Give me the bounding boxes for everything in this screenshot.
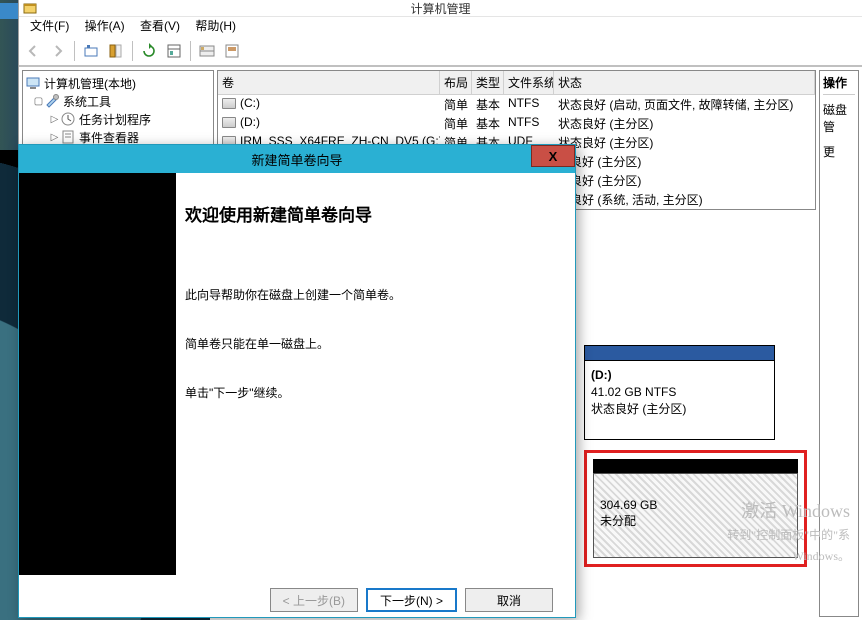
wizard-titlebar[interactable]: 新建简单卷向导 X [19, 145, 575, 173]
toolbar-btn-5[interactable] [196, 40, 218, 62]
toolbar-btn-1[interactable] [80, 40, 102, 62]
computer-icon [25, 75, 41, 91]
disk-d-size: 41.02 GB NTFS [591, 385, 676, 399]
wizard-body: 欢迎使用新建简单卷向导 此向导帮助你在磁盘上创建一个简单卷。 简单卷只能在单一磁… [19, 173, 575, 575]
expand-icon[interactable]: ▷ [49, 132, 60, 143]
volume-row[interactable]: (D:)简单基本NTFS状态良好 (主分区) [218, 114, 815, 133]
app-icon [22, 1, 38, 15]
volume-header-row: 卷 布局 类型 文件系统 状态 [218, 71, 815, 95]
volume-icon [222, 117, 236, 128]
col-status[interactable]: 状态 [554, 71, 815, 94]
volume-icon [222, 98, 236, 109]
tree-system-tools-label: 系统工具 [63, 93, 111, 110]
menu-file[interactable]: 文件(F) [24, 17, 75, 36]
wizard-text-2: 简单卷只能在单一磁盘上。 [185, 335, 545, 352]
new-simple-volume-wizard: 新建简单卷向导 X 欢迎使用新建简单卷向导 此向导帮助你在磁盘上创建一个简单卷。… [18, 144, 576, 618]
wizard-button-row: < 上一步(B) 下一步(N) > 取消 [270, 588, 553, 612]
next-button[interactable]: 下一步(N) > [366, 588, 457, 612]
wizard-text-3: 单击"下一步"继续。 [185, 384, 545, 401]
disk-unallocated-highlight[interactable]: 304.69 GB 未分配 [584, 450, 807, 567]
clock-icon [60, 111, 76, 127]
wizard-heading: 欢迎使用新建简单卷向导 [185, 201, 545, 226]
actions-more[interactable]: 更 [823, 143, 855, 160]
toolbar-btn-4[interactable] [163, 40, 185, 62]
tree-root-label: 计算机管理(本地) [44, 75, 136, 92]
tree-event-viewer-label: 事件查看器 [79, 129, 139, 146]
tree-system-tools[interactable]: ▢ 系统工具 [25, 92, 211, 110]
collapse-icon[interactable]: ▢ [33, 96, 44, 107]
unallocated-label: 未分配 [600, 514, 636, 528]
menu-action[interactable]: 操作(A) [79, 17, 131, 36]
close-button[interactable]: X [531, 145, 575, 167]
nav-back-button[interactable] [22, 40, 44, 62]
tree-root[interactable]: 计算机管理(本地) [25, 74, 211, 92]
actions-title: 操作 [823, 74, 855, 91]
menu-help[interactable]: 帮助(H) [189, 17, 242, 36]
menu-view[interactable]: 查看(V) [134, 17, 186, 36]
disk-d-partition[interactable]: (D:) 41.02 GB NTFS 状态良好 (主分区) [584, 345, 775, 440]
tree-task-scheduler[interactable]: ▷ 任务计划程序 [25, 110, 211, 128]
taskbar-app-icon[interactable] [0, 3, 18, 19]
unallocated-size: 304.69 GB [600, 498, 657, 512]
window-titlebar: 计算机管理 [19, 0, 862, 17]
event-icon [60, 129, 76, 145]
col-layout[interactable]: 布局 [440, 71, 472, 94]
actions-diskmgmt[interactable]: 磁盘管 [823, 101, 855, 135]
col-filesystem[interactable]: 文件系统 [504, 71, 554, 94]
toolbar [19, 36, 862, 66]
volume-row[interactable]: (C:)简单基本NTFS状态良好 (启动, 页面文件, 故障转储, 主分区) [218, 95, 815, 114]
disk-d-name: (D:) [591, 368, 612, 382]
nav-forward-button[interactable] [47, 40, 69, 62]
window-title: 计算机管理 [410, 0, 470, 17]
col-type[interactable]: 类型 [472, 71, 504, 94]
actions-panel: 操作 磁盘管 更 [819, 70, 859, 617]
back-button[interactable]: < 上一步(B) [270, 588, 358, 612]
toolbar-btn-6[interactable] [221, 40, 243, 62]
wizard-text-1: 此向导帮助你在磁盘上创建一个简单卷。 [185, 286, 545, 303]
col-volume[interactable]: 卷 [218, 71, 440, 94]
toolbar-refresh-button[interactable] [138, 40, 160, 62]
close-icon: X [549, 149, 558, 164]
tools-icon [44, 93, 60, 109]
menu-bar: 文件(F) 操作(A) 查看(V) 帮助(H) [19, 17, 862, 36]
tree-task-scheduler-label: 任务计划程序 [79, 111, 151, 128]
wizard-title: 新建简单卷向导 [251, 150, 342, 169]
disk-d-status: 状态良好 (主分区) [591, 402, 686, 416]
expand-icon[interactable]: ▷ [49, 114, 60, 125]
cancel-button[interactable]: 取消 [465, 588, 553, 612]
toolbar-btn-2[interactable] [105, 40, 127, 62]
